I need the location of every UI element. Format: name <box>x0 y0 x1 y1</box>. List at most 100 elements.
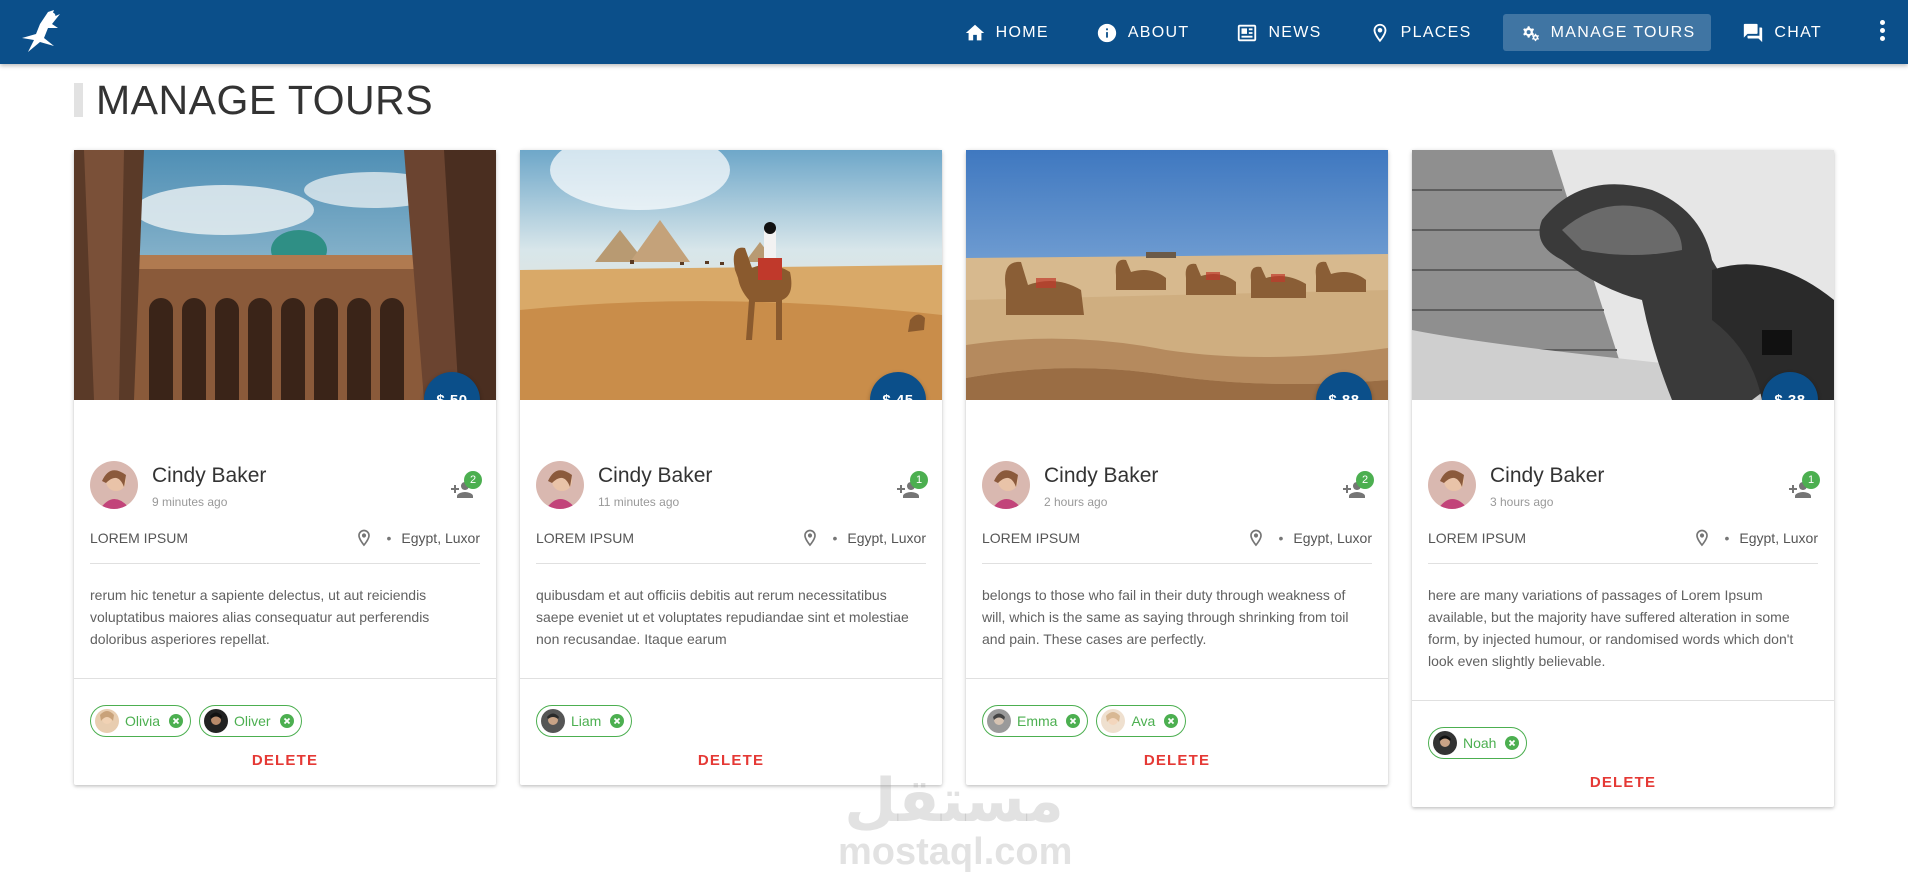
close-circle-icon[interactable] <box>279 713 295 729</box>
participants-button[interactable]: 1 <box>1788 471 1820 500</box>
member-chip[interactable]: Olivia <box>90 705 192 737</box>
delete-button[interactable]: DELETE <box>74 737 496 785</box>
tour-card: $ 38 Cindy Baker 3 hours ago 1 LOREM IPS… <box>1412 150 1834 807</box>
delete-button[interactable]: DELETE <box>966 737 1388 785</box>
author-name[interactable]: Cindy Baker <box>598 464 712 488</box>
post-time: 11 minutes ago <box>598 495 680 509</box>
tour-description: rerum hic tenetur a sapiente delectus, u… <box>90 587 430 647</box>
close-circle-icon[interactable] <box>1504 735 1520 751</box>
chip-label: Liam <box>571 713 602 729</box>
nav-news[interactable]: NEWS <box>1220 14 1337 51</box>
participants-count: 1 <box>910 471 928 489</box>
nav-places[interactable]: PLACES <box>1353 14 1488 51</box>
nav-chat[interactable]: CHAT <box>1726 14 1838 51</box>
location-pin-icon <box>1373 23 1387 42</box>
close-circle-icon[interactable] <box>1065 713 1081 729</box>
delete-button[interactable]: DELETE <box>1412 759 1834 807</box>
nav-home[interactable]: HOME <box>948 14 1065 51</box>
tour-meta: LOREM IPSUM • Egypt, Luxor <box>982 512 1372 564</box>
nav-manage-tours[interactable]: MANAGE TOURS <box>1502 14 1712 51</box>
main-nav: HOME ABOUT NEWS PLACES MANAGE TOURS CHAT <box>933 14 1838 51</box>
separator-dot: • <box>386 530 392 546</box>
post-time: 3 hours ago <box>1490 495 1554 509</box>
chip-avatar <box>541 709 565 733</box>
tour-image-camel-bw: $ 38 <box>1412 150 1834 400</box>
location-pin-icon <box>1696 529 1709 547</box>
top-app-bar: HOME ABOUT NEWS PLACES MANAGE TOURS CHAT <box>0 0 1908 64</box>
watermark-latin: mostaql.com <box>838 831 1073 873</box>
chip-avatar <box>1433 731 1457 755</box>
tour-location: • Egypt, Luxor <box>1246 528 1372 548</box>
participants-button[interactable]: 2 <box>1342 471 1374 500</box>
author-name[interactable]: Cindy Baker <box>1044 464 1158 488</box>
home-icon <box>965 24 984 40</box>
watermark: مستقل mostaql.com <box>838 770 1073 873</box>
chip-label: Oliver <box>234 713 271 729</box>
separator-dot: • <box>832 530 838 546</box>
newspaper-icon <box>1238 24 1257 41</box>
delete-button[interactable]: DELETE <box>520 737 942 785</box>
close-circle-icon[interactable] <box>168 713 184 729</box>
member-chip[interactable]: Emma <box>982 705 1089 737</box>
title-accent-bar <box>74 83 83 117</box>
member-chip[interactable]: Noah <box>1428 727 1528 759</box>
tour-description: quibusdam et aut officiis debitis aut re… <box>536 587 909 647</box>
location-pin-icon <box>804 529 817 547</box>
tour-meta: LOREM IPSUM • Egypt, Luxor <box>536 512 926 564</box>
tour-label: LOREM IPSUM <box>1428 530 1527 546</box>
chip-label: Ava <box>1131 713 1156 729</box>
tour-card: $ 88 Cindy Baker 2 hours ago 2 LOREM IPS… <box>966 150 1388 785</box>
tour-meta: LOREM IPSUM • Egypt, Luxor <box>1428 512 1818 564</box>
participants-count: 2 <box>1356 471 1374 489</box>
tour-location: • Egypt, Luxor <box>354 528 480 548</box>
member-chip[interactable]: Liam <box>536 705 633 737</box>
tour-meta: LOREM IPSUM • Egypt, Luxor <box>90 512 480 564</box>
gears-icon <box>1522 25 1539 41</box>
tour-location: • Egypt, Luxor <box>800 528 926 548</box>
page-title-text: MANAGE TOURS <box>96 76 434 123</box>
close-circle-icon[interactable] <box>609 713 625 729</box>
tour-card: $ 45 Cindy Baker 11 minutes ago 1 LOREM … <box>520 150 942 785</box>
chip-avatar <box>1101 709 1126 733</box>
avatar[interactable] <box>982 461 1030 509</box>
nav-about-label: ABOUT <box>1127 23 1190 41</box>
member-chip[interactable]: Ava <box>1096 705 1187 737</box>
avatar[interactable] <box>1428 461 1476 509</box>
post-time: 9 minutes ago <box>152 495 228 509</box>
participants-button[interactable]: 2 <box>450 471 482 500</box>
chip-avatar <box>987 709 1011 733</box>
member-chips: Emma Ava <box>966 679 1388 737</box>
avatar[interactable] <box>90 461 138 509</box>
close-circle-icon[interactable] <box>1163 713 1179 729</box>
card-author: Cindy Baker 9 minutes ago 2 <box>74 400 496 512</box>
member-chips: Noah <box>1412 701 1834 759</box>
participants-count: 2 <box>464 471 482 489</box>
chip-label: Emma <box>1017 713 1058 729</box>
info-icon <box>1097 23 1116 42</box>
tour-image-camel-pyramids: $ 45 <box>520 150 942 400</box>
post-time: 2 hours ago <box>1044 495 1108 509</box>
nav-about[interactable]: ABOUT <box>1080 14 1206 51</box>
location-text: Egypt, Luxor <box>1293 530 1372 546</box>
member-chips: Olivia Oliver <box>74 679 496 737</box>
card-author: Cindy Baker 3 hours ago 1 <box>1412 400 1834 512</box>
author-name[interactable]: Cindy Baker <box>1490 464 1604 488</box>
participants-button[interactable]: 1 <box>896 471 928 500</box>
brand-logo[interactable] <box>14 8 68 56</box>
location-text: Egypt, Luxor <box>401 530 480 546</box>
page-title: MANAGE TOURS <box>74 77 433 123</box>
member-chip[interactable]: Oliver <box>199 705 302 737</box>
tour-image-resting-camels: $ 88 <box>966 150 1388 400</box>
avatar[interactable] <box>536 461 584 509</box>
author-name[interactable]: Cindy Baker <box>152 464 266 488</box>
tour-label: LOREM IPSUM <box>90 530 189 546</box>
tour-location: • Egypt, Luxor <box>1692 528 1818 548</box>
tour-label: LOREM IPSUM <box>982 530 1081 546</box>
tour-description: here are many variations of passages of … <box>1428 587 1794 669</box>
nav-places-label: PLACES <box>1400 23 1472 41</box>
card-author: Cindy Baker 2 hours ago 2 <box>966 400 1388 512</box>
tour-card: $ 50 Cindy Baker 9 minutes ago 2 LOREM I… <box>74 150 496 785</box>
location-text: Egypt, Luxor <box>847 530 926 546</box>
chat-icon <box>1744 23 1763 42</box>
more-vert-icon[interactable] <box>1878 20 1886 44</box>
